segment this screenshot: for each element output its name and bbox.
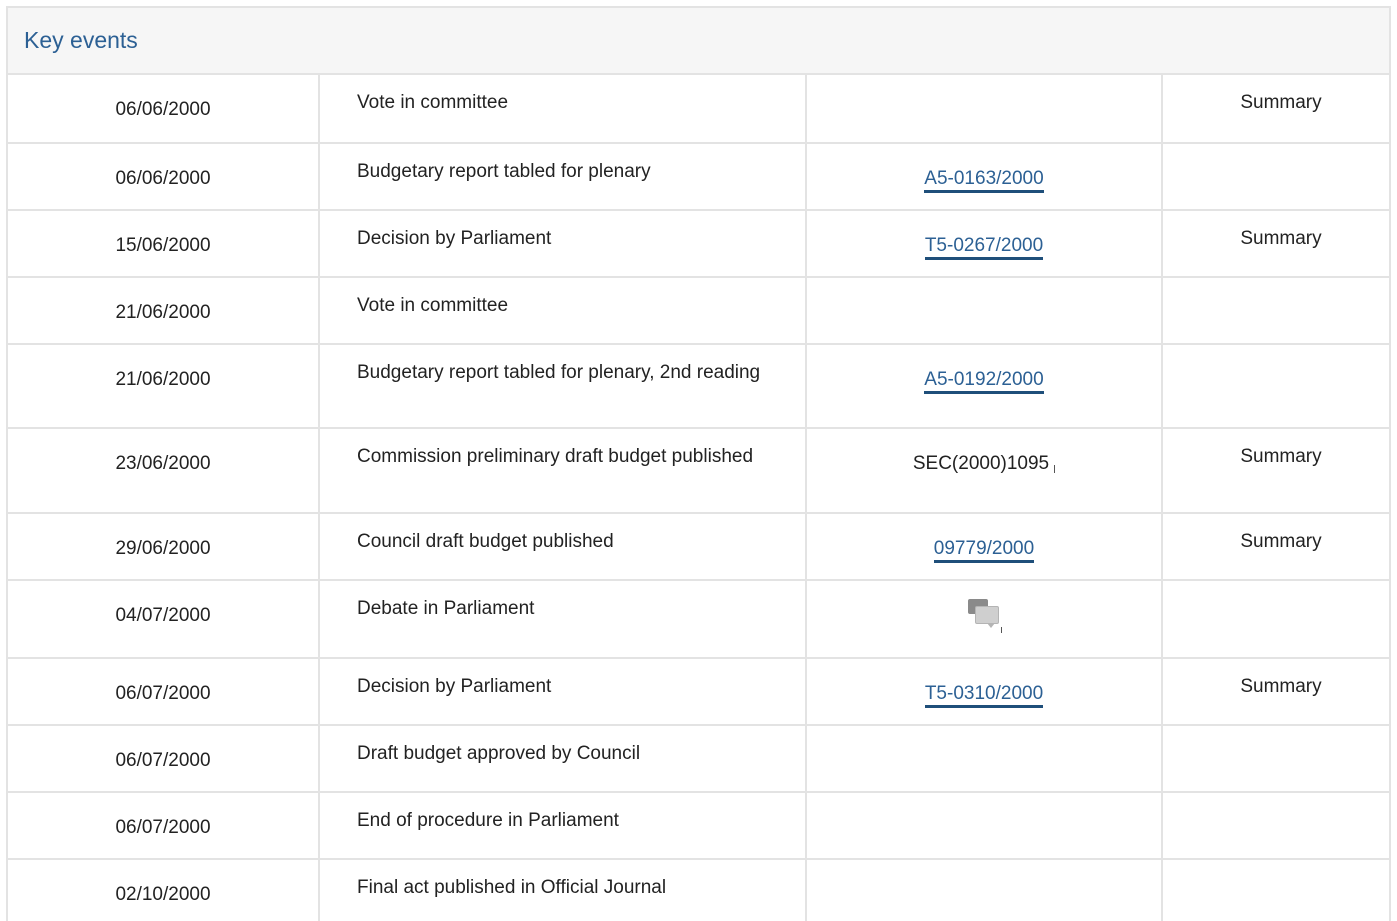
document-link[interactable]: A5-0163/2000	[924, 168, 1044, 193]
document-link[interactable]: T5-0310/2000	[924, 683, 1044, 708]
event-summary	[1162, 859, 1389, 921]
table-row: 06/07/2000 Draft budget approved by Counc…	[8, 725, 1389, 793]
event-description: Draft budget approved by Council	[319, 725, 807, 793]
bubble-tail-shape	[987, 623, 995, 628]
table-row: 15/06/2000 Decision by Parliament T5-0267/…	[8, 210, 1389, 278]
bubble-front-shape	[975, 606, 999, 624]
table-row: 23/06/2000 Commission preliminary draft b…	[8, 428, 1389, 514]
event-summary[interactable]: Summary	[1162, 210, 1389, 278]
event-description: Budgetary report tabled for plenary	[319, 143, 807, 211]
table-row: 06/06/2000 Budgetary report tabled for pl…	[8, 143, 1389, 211]
event-document-cell	[806, 792, 1163, 860]
event-summary[interactable]: Summary	[1162, 513, 1389, 581]
event-summary	[1162, 344, 1389, 429]
event-date: 21/06/2000	[8, 277, 320, 345]
key-events-panel: Key events 06/06/2000 Vote in committee Su…	[6, 6, 1391, 921]
event-document-cell	[806, 580, 1163, 659]
event-document-cell: A5-0192/2000	[806, 344, 1163, 429]
event-date: 02/10/2000	[8, 859, 320, 921]
event-document-cell: SEC(2000)1095	[806, 428, 1163, 514]
key-events-table: 06/06/2000 Vote in committee Summary 06/06/…	[8, 75, 1389, 921]
key-events-body: 06/06/2000 Vote in committee Summary 06/06/…	[8, 75, 1389, 921]
event-document-cell: T5-0310/2000	[806, 658, 1163, 726]
marker-tick	[1001, 627, 1002, 633]
event-document-cell	[806, 859, 1163, 921]
event-document-cell: T5-0267/2000	[806, 210, 1163, 278]
table-row: 21/06/2000 Vote in committee	[8, 277, 1389, 345]
event-document-cell	[806, 75, 1163, 144]
event-date: 06/07/2000	[8, 792, 320, 860]
event-document-cell	[806, 725, 1163, 793]
document-link[interactable]: 09779/2000	[933, 538, 1035, 563]
table-row: 06/06/2000 Vote in committee Summary	[8, 75, 1389, 144]
event-date: 21/06/2000	[8, 344, 320, 429]
event-summary	[1162, 143, 1389, 211]
table-row: 21/06/2000 Budgetary report tabled for pl…	[8, 344, 1389, 429]
event-description: Debate in Parliament	[319, 580, 807, 659]
event-description: Budgetary report tabled for plenary, 2nd…	[319, 344, 807, 429]
event-date: 15/06/2000	[8, 210, 320, 278]
table-row: 06/07/2000 End of procedure in Parliament	[8, 792, 1389, 860]
event-document-cell	[806, 277, 1163, 345]
event-date: 04/07/2000	[8, 580, 320, 659]
event-description: Decision by Parliament	[319, 210, 807, 278]
event-date: 06/06/2000	[8, 75, 320, 144]
event-summary[interactable]: Summary	[1162, 75, 1389, 144]
event-summary	[1162, 580, 1389, 659]
table-row: 29/06/2000 Council draft budget published…	[8, 513, 1389, 581]
event-document-cell: A5-0163/2000	[806, 143, 1163, 211]
event-date: 06/07/2000	[8, 658, 320, 726]
event-date: 06/07/2000	[8, 725, 320, 793]
event-description: Decision by Parliament	[319, 658, 807, 726]
document-link[interactable]: T5-0267/2000	[924, 235, 1044, 260]
event-description: Vote in committee	[319, 277, 807, 345]
table-row: 04/07/2000 Debate in Parliament	[8, 580, 1389, 659]
panel-header: Key events	[8, 8, 1389, 75]
event-description: End of procedure in Parliament	[319, 792, 807, 860]
event-date: 29/06/2000	[8, 513, 320, 581]
event-description: Vote in committee	[319, 75, 807, 144]
event-description: Final act published in Official Journal	[319, 859, 807, 921]
panel-title: Key events	[24, 27, 138, 53]
event-description: Commission preliminary draft budget publ…	[319, 428, 807, 514]
event-description: Council draft budget published	[319, 513, 807, 581]
event-summary[interactable]: Summary	[1162, 658, 1389, 726]
event-date: 23/06/2000	[8, 428, 320, 514]
event-document-cell: 09779/2000	[806, 513, 1163, 581]
debate-icon[interactable]	[965, 597, 1003, 633]
event-summary[interactable]: Summary	[1162, 428, 1389, 514]
event-summary	[1162, 277, 1389, 345]
event-summary	[1162, 792, 1389, 860]
document-link[interactable]: A5-0192/2000	[924, 369, 1044, 394]
event-date: 06/06/2000	[8, 143, 320, 211]
event-summary	[1162, 725, 1389, 793]
table-row: 06/07/2000 Decision by Parliament T5-0310/…	[8, 658, 1389, 726]
marker-tick	[1054, 465, 1056, 473]
table-row: 02/10/2000 Final act published in Officia…	[8, 859, 1389, 921]
document-reference: SEC(2000)1095	[912, 453, 1050, 474]
